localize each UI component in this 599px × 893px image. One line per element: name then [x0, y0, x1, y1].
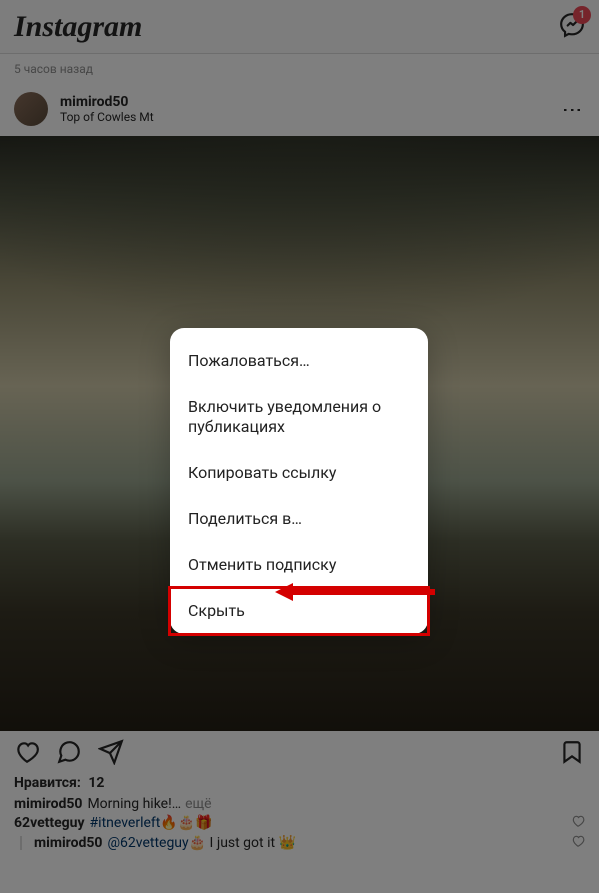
modal-item-notifications[interactable]: Включить уведомления о публикациях [170, 384, 428, 450]
modal-item-unfollow[interactable]: Отменить подписку [170, 542, 428, 588]
modal-item-share[interactable]: Поделиться в… [170, 496, 428, 542]
options-modal: Пожаловаться… Включить уведомления о пуб… [170, 328, 428, 634]
modal-item-copy-link[interactable]: Копировать ссылку [170, 450, 428, 496]
modal-item-hide[interactable]: Скрыть [170, 588, 428, 634]
modal-item-report[interactable]: Пожаловаться… [170, 338, 428, 384]
